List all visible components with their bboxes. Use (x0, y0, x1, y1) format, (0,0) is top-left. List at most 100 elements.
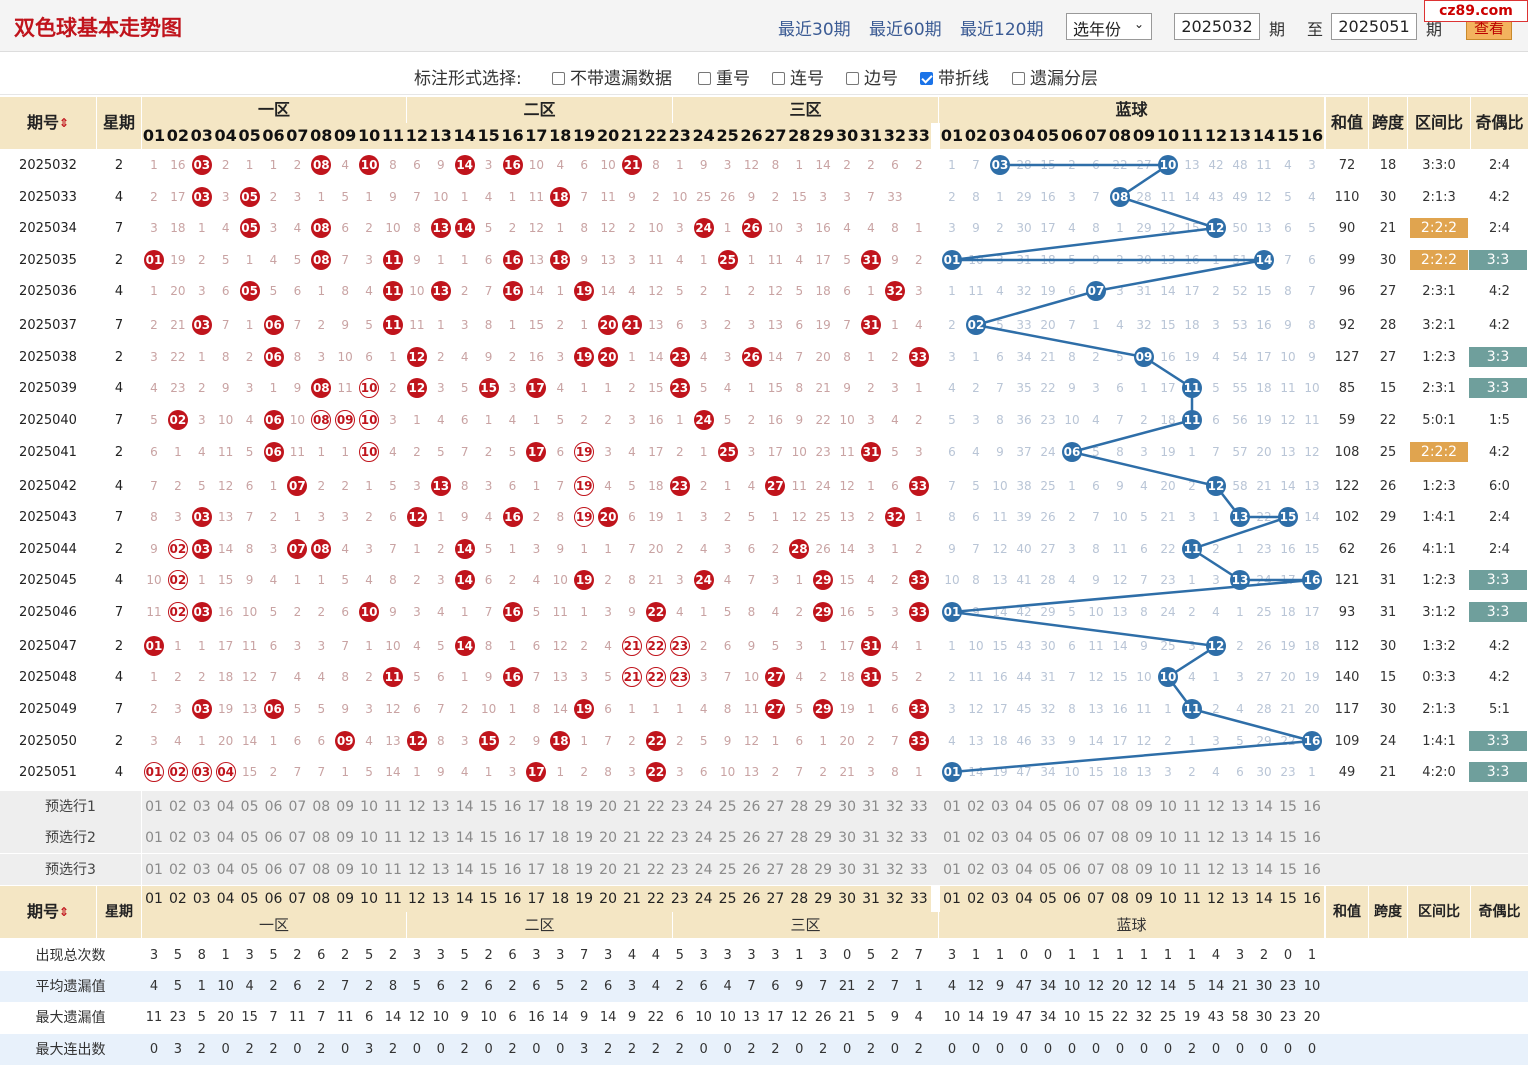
preselect-number[interactable]: 29 (811, 795, 835, 818)
preselect-number[interactable]: 25 (716, 826, 740, 849)
preselect-number[interactable]: 11 (1180, 826, 1204, 849)
preselect-number[interactable]: 32 (883, 795, 907, 818)
preselect-number[interactable]: 28 (787, 826, 811, 849)
preselect-number[interactable]: 02 (166, 826, 190, 849)
preselect-number[interactable]: 33 (907, 795, 931, 818)
preselect-number[interactable]: 06 (1060, 826, 1084, 849)
preselect-number[interactable]: 10 (357, 826, 381, 849)
preselect-number[interactable]: 26 (740, 795, 764, 818)
preselect-number[interactable]: 15 (1276, 795, 1300, 818)
preselect-number[interactable]: 05 (1036, 826, 1060, 849)
preselect-number[interactable]: 11 (1180, 795, 1204, 818)
preselect-number[interactable]: 32 (883, 826, 907, 849)
preselect-number[interactable]: 08 (1108, 826, 1132, 849)
preselect-number[interactable]: 03 (190, 826, 214, 849)
preselect-number[interactable]: 33 (907, 858, 931, 881)
preselect-number[interactable]: 14 (1252, 826, 1276, 849)
preselect-number[interactable]: 08 (1108, 795, 1132, 818)
preselect-number[interactable]: 14 (453, 795, 477, 818)
preselect-number[interactable]: 23 (668, 795, 692, 818)
preselect-number[interactable]: 16 (501, 858, 525, 881)
preselect-number[interactable]: 01 (940, 826, 964, 849)
preselect-number[interactable]: 12 (405, 795, 429, 818)
preselect-number[interactable]: 31 (859, 858, 883, 881)
preselect-number[interactable]: 04 (214, 858, 238, 881)
preselect-number[interactable]: 10 (357, 858, 381, 881)
preselect-number[interactable]: 18 (548, 795, 572, 818)
preselect-number[interactable]: 28 (787, 858, 811, 881)
preselect-number[interactable]: 03 (988, 826, 1012, 849)
preselect-number[interactable]: 21 (620, 826, 644, 849)
preselect-number[interactable]: 04 (214, 795, 238, 818)
preselect-number[interactable]: 13 (429, 858, 453, 881)
preselect-number[interactable]: 09 (1132, 826, 1156, 849)
preselect-number[interactable]: 06 (262, 795, 286, 818)
preselect-number[interactable]: 05 (1036, 795, 1060, 818)
preselect-number[interactable]: 09 (1132, 858, 1156, 881)
preselect-number[interactable]: 08 (309, 826, 333, 849)
preselect-number[interactable]: 17 (524, 826, 548, 849)
preselect-number[interactable]: 30 (835, 858, 859, 881)
preselect-number[interactable]: 04 (1012, 795, 1036, 818)
preselect-number[interactable]: 27 (763, 826, 787, 849)
preselect-number[interactable]: 27 (763, 795, 787, 818)
preselect-number[interactable]: 30 (835, 826, 859, 849)
preselect-number[interactable]: 11 (381, 826, 405, 849)
preselect-number[interactable]: 29 (811, 858, 835, 881)
preselect-number[interactable]: 02 (964, 795, 988, 818)
preselect-number[interactable]: 08 (309, 858, 333, 881)
preselect-number[interactable]: 02 (964, 826, 988, 849)
preselect-number[interactable]: 27 (763, 858, 787, 881)
preselect-number[interactable]: 14 (1252, 795, 1276, 818)
preselect-number[interactable]: 18 (548, 858, 572, 881)
preselect-number[interactable]: 31 (859, 826, 883, 849)
preselect-number[interactable]: 16 (1300, 858, 1324, 881)
preselect-number[interactable]: 08 (1108, 858, 1132, 881)
preselect-number[interactable]: 10 (357, 795, 381, 818)
preselect-number[interactable]: 15 (477, 826, 501, 849)
preselect-number[interactable]: 23 (668, 858, 692, 881)
preselect-number[interactable]: 19 (572, 826, 596, 849)
preselect-number[interactable]: 03 (988, 795, 1012, 818)
preselect-number[interactable]: 08 (309, 795, 333, 818)
preselect-number[interactable]: 29 (811, 826, 835, 849)
preselect-number[interactable]: 15 (1276, 858, 1300, 881)
preselect-number[interactable]: 17 (524, 795, 548, 818)
preselect-number[interactable]: 14 (453, 826, 477, 849)
preselect-number[interactable]: 07 (1084, 858, 1108, 881)
preselect-number[interactable]: 06 (262, 826, 286, 849)
preselect-number[interactable]: 15 (1276, 826, 1300, 849)
preselect-number[interactable]: 05 (238, 826, 262, 849)
preselect-number[interactable]: 09 (333, 826, 357, 849)
preselect-number[interactable]: 11 (381, 858, 405, 881)
preselect-number[interactable]: 17 (524, 858, 548, 881)
preselect-number[interactable]: 12 (1204, 826, 1228, 849)
preselect-number[interactable]: 32 (883, 858, 907, 881)
footer-issue-header[interactable]: 期号 ⇕ (0, 886, 96, 938)
preselect-number[interactable]: 22 (644, 795, 668, 818)
preselect-number[interactable]: 04 (214, 826, 238, 849)
preselect-number[interactable]: 16 (1300, 795, 1324, 818)
preselect-number[interactable]: 31 (859, 795, 883, 818)
sort-icon[interactable]: ⇕ (59, 117, 69, 129)
preselect-number[interactable]: 12 (1204, 858, 1228, 881)
preselect-number[interactable]: 02 (166, 858, 190, 881)
preselect-number[interactable]: 15 (477, 858, 501, 881)
preselect-number[interactable]: 10 (1156, 795, 1180, 818)
preselect-number[interactable]: 11 (381, 795, 405, 818)
preselect-number[interactable]: 07 (285, 858, 309, 881)
preselect-number[interactable]: 02 (166, 795, 190, 818)
preselect-number[interactable]: 26 (740, 826, 764, 849)
preselect-number[interactable]: 16 (501, 795, 525, 818)
preselect-number[interactable]: 25 (716, 795, 740, 818)
preselect-number[interactable]: 24 (692, 826, 716, 849)
preselect-number[interactable]: 10 (1156, 826, 1180, 849)
preselect-number[interactable]: 07 (285, 795, 309, 818)
preselect-number[interactable]: 16 (501, 826, 525, 849)
preselect-number[interactable]: 01 (142, 826, 166, 849)
preselect-number[interactable]: 16 (1300, 826, 1324, 849)
preselect-number[interactable]: 20 (596, 858, 620, 881)
preselect-number[interactable]: 13 (1228, 858, 1252, 881)
preselect-number[interactable]: 33 (907, 826, 931, 849)
preselect-number[interactable]: 22 (644, 826, 668, 849)
